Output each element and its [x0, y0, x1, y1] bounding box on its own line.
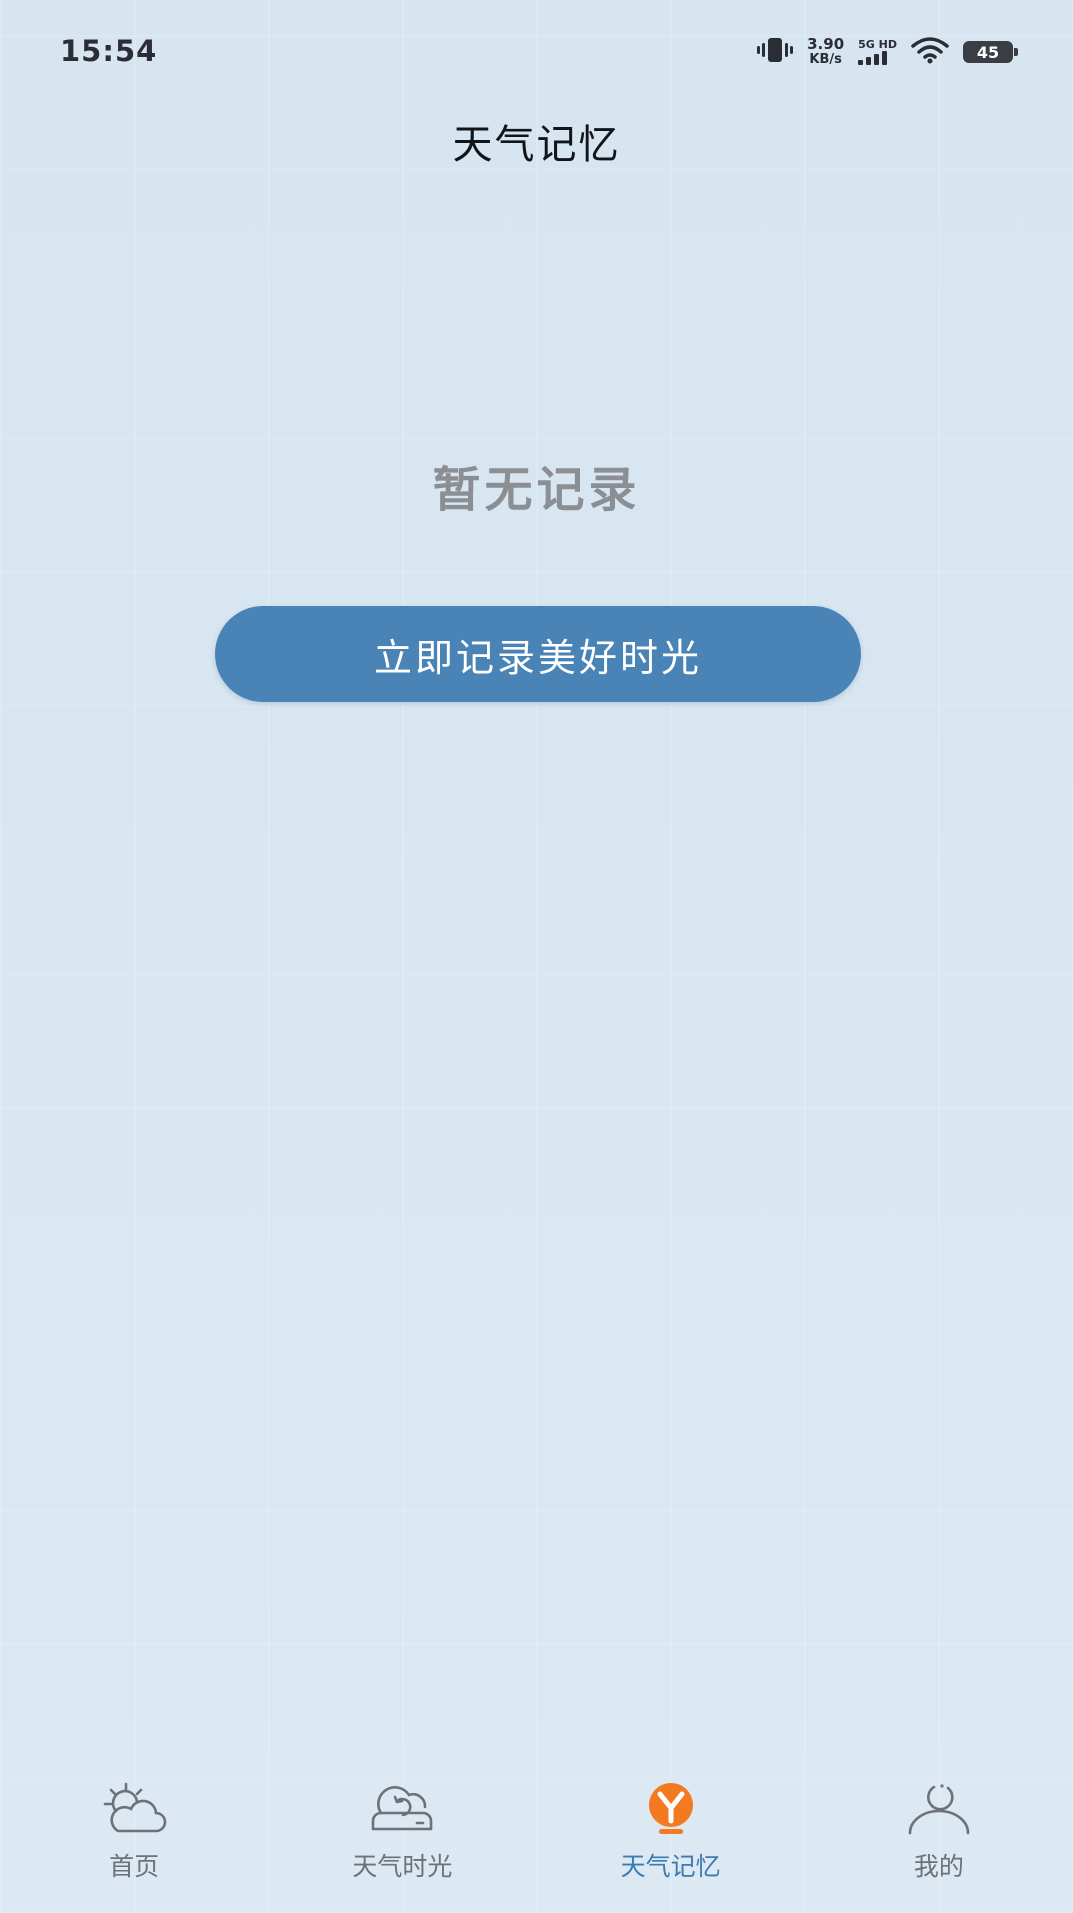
network-speed-value: 3.90	[807, 35, 845, 53]
bottom-nav: 首页 天气时光 天气记忆 我的	[0, 1765, 1073, 1913]
weather-time-icon	[366, 1777, 438, 1837]
nav-item-profile[interactable]: 我的	[805, 1765, 1073, 1913]
signal-bars-icon	[858, 51, 888, 65]
record-now-button[interactable]: 立即记录美好时光	[215, 606, 861, 702]
status-time: 15:54	[60, 34, 158, 68]
nav-item-weather-time[interactable]: 天气时光	[268, 1765, 536, 1913]
wifi-icon	[911, 36, 949, 68]
status-indicators: 3.90 KB/s 5G HD 45	[757, 34, 1018, 70]
battery-indicator: 45	[963, 41, 1018, 63]
network-type: 5G HD	[858, 38, 897, 51]
nav-label-home: 首页	[109, 1852, 160, 1881]
page-title: 天气记忆	[452, 122, 621, 168]
background-pattern	[0, 0, 1073, 1913]
record-now-button-label: 立即记录美好时光	[373, 635, 702, 680]
nav-label-weather-memory: 天气记忆	[620, 1852, 721, 1881]
sun-cloud-icon	[98, 1777, 170, 1837]
nav-item-home[interactable]: 首页	[0, 1765, 268, 1913]
vibrate-icon	[757, 36, 794, 68]
empty-state-message: 暂无记录	[432, 462, 641, 518]
nav-item-weather-memory[interactable]: 天气记忆	[537, 1765, 805, 1913]
nav-label-profile: 我的	[913, 1852, 964, 1881]
battery-level: 45	[976, 42, 1000, 62]
profile-icon	[903, 1777, 975, 1837]
status-bar: 15:54 3.90 KB/s 5G HD 45	[0, 0, 1073, 104]
network-speed-unit: KB/s	[809, 52, 842, 67]
nav-label-weather-time: 天气时光	[352, 1852, 453, 1881]
cellular-signal: 5G HD	[858, 39, 897, 65]
memory-icon	[635, 1777, 707, 1837]
network-speed: 3.90 KB/s	[807, 35, 845, 68]
app-screen: 15:54 3.90 KB/s 5G HD 45 天气记忆 暂无记录 立即记录美…	[0, 0, 1073, 1913]
